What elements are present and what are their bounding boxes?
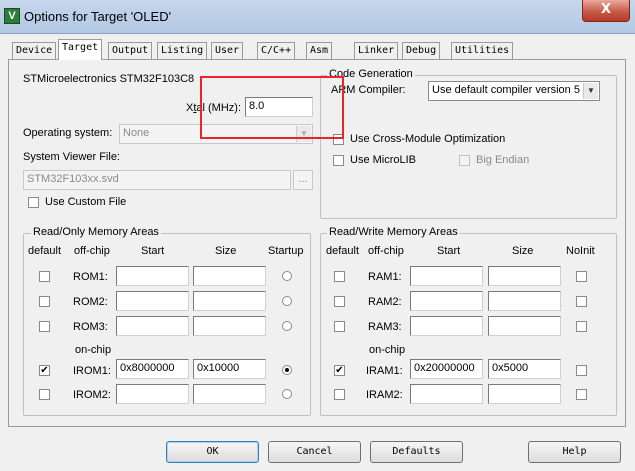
- rom2-startup-radio[interactable]: [282, 296, 292, 306]
- iram2-size-input[interactable]: [488, 384, 561, 404]
- tab-linker[interactable]: Linker: [354, 42, 399, 59]
- rom3-startup-radio[interactable]: [282, 321, 292, 331]
- big-endian-label: Big Endian: [476, 154, 530, 166]
- ram2-noinit-checkbox[interactable]: [576, 296, 587, 307]
- app-icon: V: [4, 8, 20, 24]
- iram2-start-input[interactable]: [410, 384, 483, 404]
- defaults-button[interactable]: Defaults: [370, 441, 463, 463]
- svf-input[interactable]: STM32F103xx.svd: [23, 170, 291, 190]
- rom1-startup-radio[interactable]: [282, 271, 292, 281]
- irom2-start-input[interactable]: [116, 384, 189, 404]
- ram-title: Read/Write Memory Areas: [327, 226, 460, 238]
- custom-file-checkbox[interactable]: [28, 197, 39, 208]
- chevron-down-icon: ▼: [583, 83, 598, 99]
- cross-module-label: Use Cross-Module Optimization: [350, 133, 506, 145]
- ram3-label: RAM3:: [368, 321, 402, 333]
- rom2-label: ROM2:: [73, 296, 108, 308]
- ram1-default-checkbox[interactable]: [334, 271, 345, 282]
- tab-listing[interactable]: Listing: [157, 42, 208, 59]
- ram-header-start: Start: [437, 245, 461, 257]
- iram2-default-checkbox[interactable]: [334, 389, 345, 400]
- irom2-label: IROM2:: [73, 389, 111, 401]
- compiler-select[interactable]: Use default compiler version 5 ▼: [428, 81, 600, 101]
- ram-header-default: default: [326, 245, 360, 257]
- ram1-size-input[interactable]: [488, 266, 561, 286]
- iram2-label: IRAM2:: [366, 389, 403, 401]
- ram3-start-input[interactable]: [410, 316, 483, 336]
- svf-label: System Viewer File:: [23, 151, 120, 163]
- irom1-default-checkbox[interactable]: ✔: [39, 365, 50, 376]
- irom2-default-checkbox[interactable]: [39, 389, 50, 400]
- ram1-noinit-checkbox[interactable]: [576, 271, 587, 282]
- svf-browse-button[interactable]: ...: [293, 170, 313, 190]
- ram1-start-input[interactable]: [410, 266, 483, 286]
- irom2-startup-radio[interactable]: [282, 389, 292, 399]
- rom1-default-checkbox[interactable]: [39, 271, 50, 282]
- irom1-label: IROM1:: [73, 365, 111, 377]
- rom2-start-input[interactable]: [116, 291, 189, 311]
- window-title: Options for Target 'OLED': [24, 9, 172, 24]
- irom1-start-input[interactable]: 0x8000000: [116, 359, 189, 379]
- ram3-default-checkbox[interactable]: [334, 321, 345, 332]
- help-button[interactable]: Help: [528, 441, 621, 463]
- irom2-size-input[interactable]: [193, 384, 266, 404]
- ram1-label: RAM1:: [368, 271, 402, 283]
- rom1-size-input[interactable]: [193, 266, 266, 286]
- tab-device[interactable]: Device: [12, 42, 57, 59]
- iram2-noinit-checkbox[interactable]: [576, 389, 587, 400]
- iram1-label: IRAM1:: [366, 365, 403, 377]
- close-icon: X: [600, 2, 612, 17]
- iram1-default-checkbox[interactable]: ✔: [334, 365, 345, 376]
- rom-header-size: Size: [215, 245, 237, 257]
- tab-target[interactable]: Target: [58, 39, 103, 60]
- ram-onchip-label: on-chip: [369, 344, 406, 356]
- ram2-default-checkbox[interactable]: [334, 296, 345, 307]
- iram1-noinit-checkbox[interactable]: [576, 365, 587, 376]
- microlib-checkbox[interactable]: [333, 155, 344, 166]
- ok-button[interactable]: OK: [166, 441, 259, 463]
- tab-user[interactable]: User: [211, 42, 244, 59]
- ram2-start-input[interactable]: [410, 291, 483, 311]
- ram-header-size: Size: [512, 245, 534, 257]
- rom-header-offchip: off-chip: [74, 245, 110, 257]
- highlight-annotation: [200, 76, 344, 139]
- close-button[interactable]: X: [582, 0, 630, 22]
- iram1-size-input[interactable]: 0x5000: [488, 359, 561, 379]
- rom-header-start: Start: [141, 245, 165, 257]
- tab-utilities[interactable]: Utilities: [451, 42, 514, 59]
- tab-cc[interactable]: C/C++: [257, 42, 296, 59]
- rom-header-default: default: [28, 245, 62, 257]
- rom3-size-input[interactable]: [193, 316, 266, 336]
- ram3-size-input[interactable]: [488, 316, 561, 336]
- custom-file-label: Use Custom File: [45, 196, 127, 208]
- cancel-button[interactable]: Cancel: [268, 441, 361, 463]
- rom-header-startup: Startup: [268, 245, 304, 257]
- tab-asm[interactable]: Asm: [306, 42, 333, 59]
- ram-header-offchip: off-chip: [368, 245, 404, 257]
- rom2-default-checkbox[interactable]: [39, 296, 50, 307]
- rom1-start-input[interactable]: [116, 266, 189, 286]
- rom3-default-checkbox[interactable]: [39, 321, 50, 332]
- rom-title: Read/Only Memory Areas: [31, 226, 161, 238]
- rom2-size-input[interactable]: [193, 291, 266, 311]
- microlib-label: Use MicroLIB: [350, 154, 417, 166]
- title-bar[interactable]: V Options for Target 'OLED' X: [0, 0, 635, 34]
- ram2-size-input[interactable]: [488, 291, 561, 311]
- rom1-label: ROM1:: [73, 271, 108, 283]
- os-label: Operating system:: [23, 127, 113, 139]
- irom1-size-input[interactable]: 0x10000: [193, 359, 266, 379]
- tab-debug[interactable]: Debug: [402, 42, 441, 59]
- device-name: STMicroelectronics STM32F103C8: [23, 73, 195, 85]
- tab-output[interactable]: Output: [108, 42, 153, 59]
- big-endian-checkbox[interactable]: [459, 155, 470, 166]
- iram1-start-input[interactable]: 0x20000000: [410, 359, 483, 379]
- irom1-startup-radio[interactable]: [282, 365, 292, 375]
- rom3-label: ROM3:: [73, 321, 108, 333]
- rom3-start-input[interactable]: [116, 316, 189, 336]
- ram2-label: RAM2:: [368, 296, 402, 308]
- ram-header-noinit: NoInit: [566, 245, 595, 257]
- rom-onchip-label: on-chip: [75, 344, 112, 356]
- ram3-noinit-checkbox[interactable]: [576, 321, 587, 332]
